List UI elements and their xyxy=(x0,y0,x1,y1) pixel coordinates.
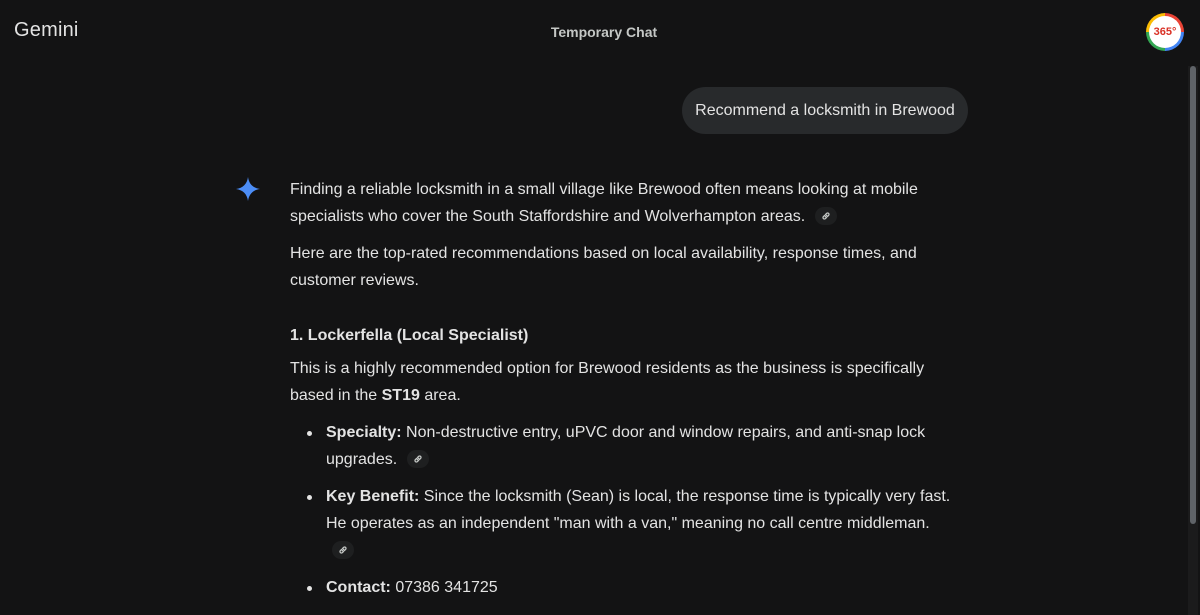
intro-text-2: Here are the top-rated recommendations b… xyxy=(290,245,917,289)
avatar-label: 365° xyxy=(1149,16,1181,48)
section-heading: 1. Lockerfella (Local Specialist) xyxy=(290,327,529,344)
response-paragraph: Here are the top-rated recommendations b… xyxy=(290,240,955,294)
source-link-button[interactable] xyxy=(332,540,354,559)
response-paragraph: Finding a reliable locksmith in a small … xyxy=(290,176,955,230)
list-item-label: Key Benefit: xyxy=(326,488,420,505)
source-link-button[interactable] xyxy=(407,449,430,468)
user-message-bubble: Recommend a locksmith in Brewood xyxy=(682,87,968,134)
link-icon xyxy=(822,212,830,220)
list-item-text: Since the locksmith (Sean) is local, the… xyxy=(326,488,951,532)
account-avatar[interactable]: 365° xyxy=(1146,13,1184,51)
scrollbar[interactable] xyxy=(1188,66,1198,615)
list-item-label: Contact: xyxy=(326,579,391,596)
link-icon xyxy=(339,546,347,554)
model-response: Finding a reliable locksmith in a small … xyxy=(290,176,955,611)
detail-list: Specialty: Non-destructive entry, uPVC d… xyxy=(290,419,955,601)
page-title: Temporary Chat xyxy=(550,24,658,40)
list-item: Specialty: Non-destructive entry, uPVC d… xyxy=(307,419,955,473)
list-item: Contact: 07386 341725 xyxy=(307,574,955,601)
user-message-text: Recommend a locksmith in Brewood xyxy=(695,101,955,119)
list-item-text: 07386 341725 xyxy=(390,579,498,596)
link-icon xyxy=(414,455,422,463)
source-link-button[interactable] xyxy=(815,206,838,225)
gemini-spark-icon xyxy=(236,177,260,201)
app-window: Gemini Temporary Chat 365° Recommend a l… xyxy=(0,0,1200,615)
scrollbar-thumb[interactable] xyxy=(1190,66,1196,524)
section-text-end: area. xyxy=(419,387,461,404)
list-item-label: Specialty: xyxy=(326,424,402,441)
section-text-bold: ST19 xyxy=(381,387,420,404)
section-paragraph: This is a highly recommended option for … xyxy=(290,355,955,409)
list-item: Key Benefit: Since the locksmith (Sean) … xyxy=(307,483,955,564)
